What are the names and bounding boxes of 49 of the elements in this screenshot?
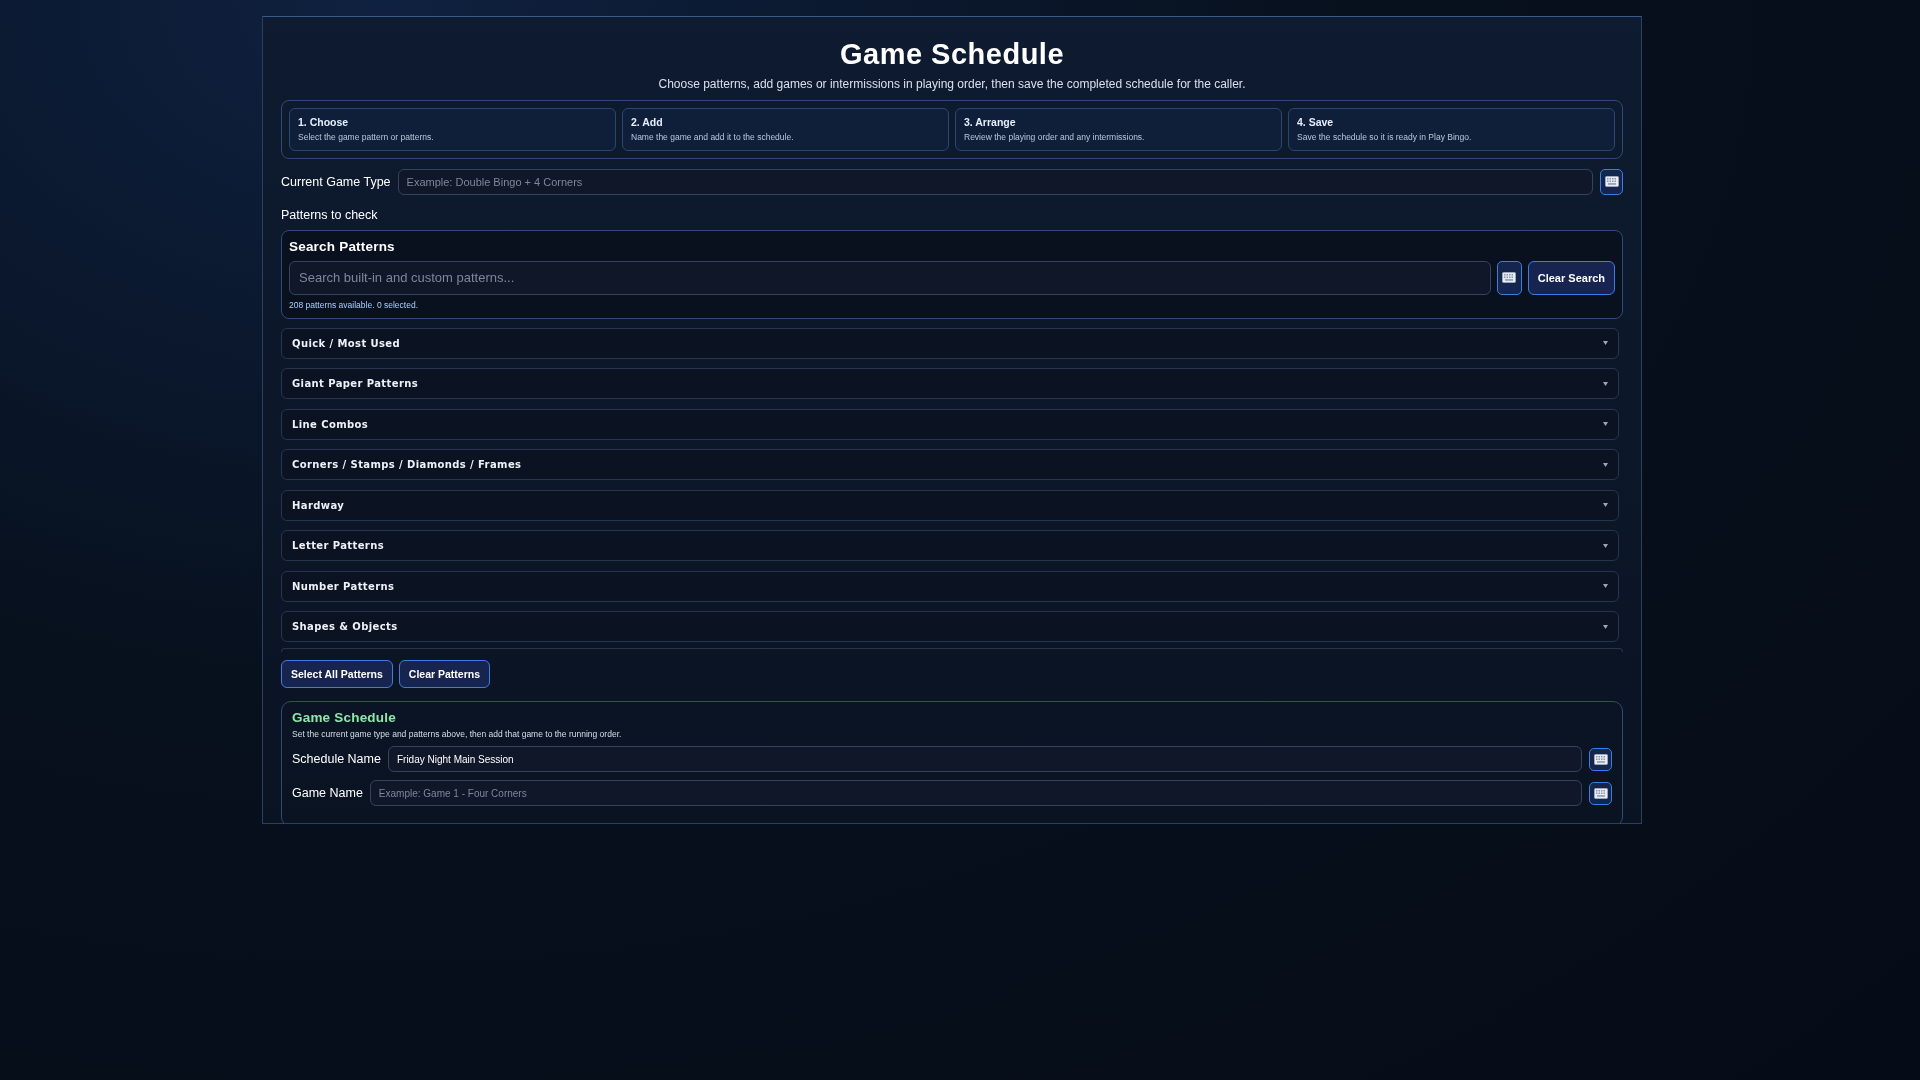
step-title: 1. Choose	[298, 115, 350, 128]
caret-icon	[1603, 624, 1608, 629]
step-title: 3. Arrange	[964, 115, 1017, 128]
field-label: Current Game Type	[281, 174, 391, 189]
caret-icon	[1603, 503, 1608, 508]
pattern-count: 208 patterns available. 0 selected.	[289, 299, 419, 310]
caret-icon	[1603, 584, 1608, 589]
section-label: Patterns to check	[281, 207, 379, 222]
step-title: 2. Add	[631, 115, 664, 128]
keyboard-button[interactable]	[1496, 260, 1522, 295]
caret-icon	[1603, 422, 1608, 427]
text-field[interactable]: Friday Night Main Session	[387, 746, 1582, 773]
caret-icon	[1603, 462, 1608, 467]
clear-search-button[interactable]: Clear Search	[1527, 260, 1615, 295]
step-description: Select the game pattern or patterns.	[298, 131, 435, 142]
search-heading: Search Patterns	[289, 238, 396, 254]
step-description: Save the schedule so it is ready in Play Bingo.	[1297, 131, 1473, 142]
keyboard-icon	[1593, 753, 1608, 765]
field-label: Schedule Name	[292, 752, 381, 767]
clear-patterns-button[interactable]: Clear Patterns	[398, 660, 491, 689]
category-header[interactable]: Shapes & Objects	[281, 611, 1619, 643]
page-subtitle: Choose patterns, add games or intermissions in playing order, then save the completed schedule for the caller.	[658, 76, 1246, 91]
select-all-button[interactable]: Select All Patterns	[281, 660, 393, 689]
search-field[interactable]: Search built-in and custom patterns...	[289, 260, 1491, 295]
schedule-help: Set the current game type and patterns above, then add that game to the running order.	[292, 729, 623, 740]
step-description: Review the playing order and any intermissions.	[964, 131, 1146, 142]
caret-icon	[1603, 341, 1608, 346]
category-header[interactable]: Number Patterns	[281, 570, 1619, 602]
category-header[interactable]: Quick / Most Used	[281, 327, 1619, 359]
caret-icon	[1603, 381, 1608, 386]
step-description: Name the game and add it to the schedule.	[631, 131, 795, 142]
category-header[interactable]: Hardway	[281, 489, 1619, 521]
category-header[interactable]: Letter Patterns	[281, 530, 1619, 562]
keyboard-icon	[1604, 176, 1619, 188]
text-field[interactable]: Example: Game 1 - Four Corners	[369, 780, 1582, 807]
category-header[interactable]: Giant Paper Patterns	[281, 368, 1619, 400]
keyboard-button[interactable]	[1600, 168, 1623, 195]
keyboard-button[interactable]	[1589, 747, 1612, 771]
schedule-heading: Game Schedule	[292, 710, 397, 726]
category-header[interactable]: Line Combos	[281, 408, 1619, 440]
field-label: Game Name	[292, 786, 363, 801]
game-type-field[interactable]: Example: Double Bingo + 4 Corners	[397, 168, 1593, 195]
caret-icon	[1603, 543, 1608, 548]
keyboard-icon	[1593, 787, 1608, 799]
category-header[interactable]: Corners / Stamps / Diamonds / Frames	[281, 449, 1619, 481]
keyboard-button[interactable]	[1589, 781, 1612, 805]
step-title: 4. Save	[1297, 115, 1335, 128]
page-title: Game Schedule	[839, 39, 1065, 71]
keyboard-icon	[1502, 272, 1517, 284]
